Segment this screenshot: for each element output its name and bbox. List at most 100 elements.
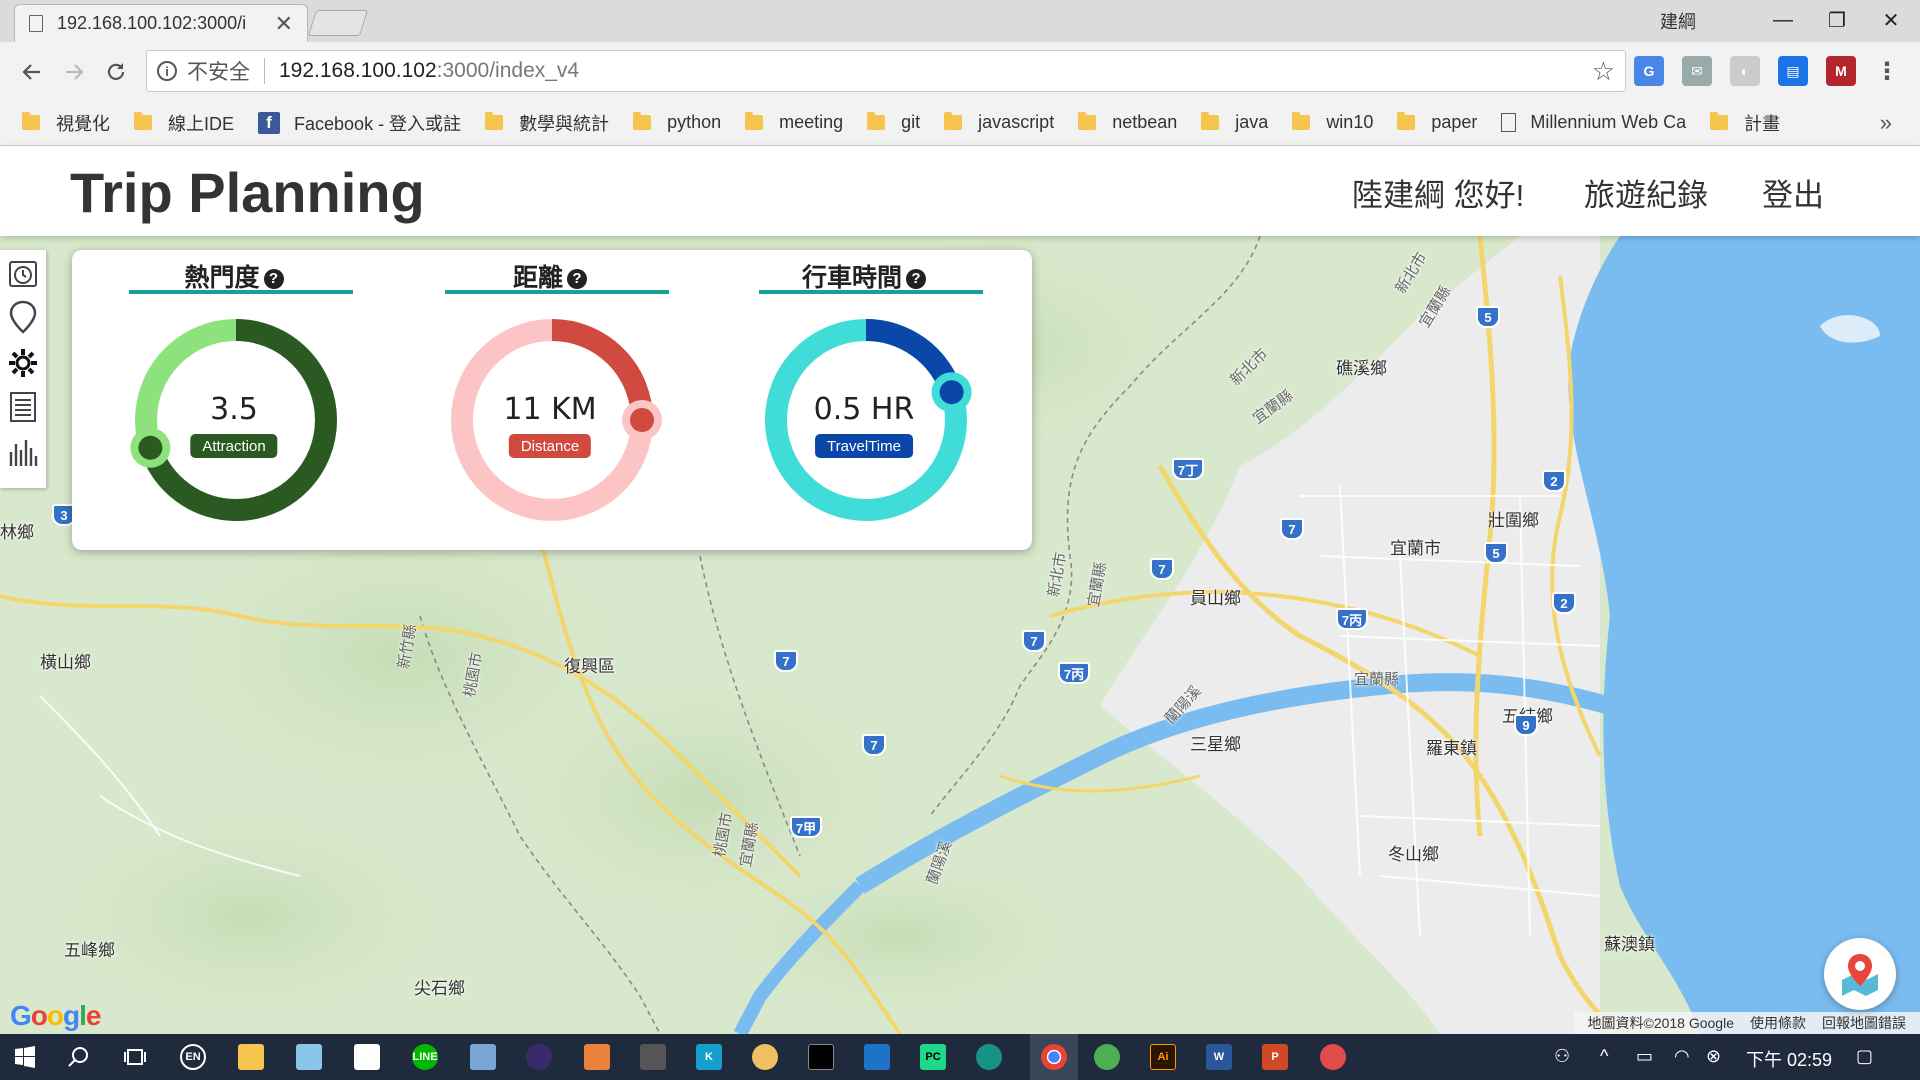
google-logo: Google	[10, 1000, 101, 1031]
list-document-icon[interactable]	[6, 390, 40, 424]
gauge-underline	[445, 290, 669, 294]
browser-tab-strip: 192.168.100.102:3000/i ✕ 建綱 — ❐ ✕	[0, 0, 1920, 42]
page-icon	[29, 15, 43, 32]
reload-button[interactable]	[98, 54, 134, 90]
bookmark-star-icon[interactable]: ☆	[1592, 56, 1615, 87]
bookmark-label: win10	[1326, 112, 1374, 132]
nav-history-link[interactable]: 旅遊紀錄	[1584, 170, 1708, 215]
mendeley-extension-icon[interactable]: M	[1826, 56, 1856, 86]
bookmarks-overflow-icon[interactable]: »	[1880, 110, 1892, 136]
pycharm-icon[interactable]: PC	[916, 1040, 950, 1074]
route-shield: 7	[1150, 558, 1174, 580]
system-clock[interactable]: 下午 02:59	[1746, 1046, 1832, 1072]
tab-close-icon[interactable]: ✕	[275, 11, 293, 37]
help-icon[interactable]: ?	[263, 269, 284, 289]
tray-chevron-icon[interactable]: ^	[1600, 1046, 1608, 1067]
bookmark-label: 視覺化	[56, 113, 110, 134]
omnibox-divider	[264, 58, 265, 84]
bookmark-label: python	[667, 112, 722, 132]
nav-logout-link[interactable]: 登出	[1762, 170, 1824, 215]
gauge-underline	[129, 290, 353, 294]
mute-icon[interactable]: ⊗	[1706, 1046, 1721, 1067]
minimize-button[interactable]: —	[1756, 4, 1810, 36]
map-place-label: 宜蘭縣	[1354, 671, 1400, 688]
calculator-icon[interactable]	[636, 1040, 670, 1074]
address-bar[interactable]: i 不安全 192.168.100.102:3000/index_v4 ☆	[146, 50, 1626, 92]
map-place-label: 礁溪鄉	[1336, 359, 1387, 378]
notepad-icon[interactable]	[292, 1040, 326, 1074]
vscode-icon[interactable]	[860, 1040, 894, 1074]
bookmark-item[interactable]: 線上IDE	[134, 110, 234, 136]
bookmark-item[interactable]: netbean	[1078, 112, 1177, 133]
bookmark-item[interactable]: meeting	[745, 112, 843, 133]
bar-chart-icon[interactable]	[6, 436, 40, 470]
virtualbox-icon[interactable]	[466, 1040, 500, 1074]
inbox-extension-icon[interactable]: ✉	[1682, 56, 1712, 86]
people-icon[interactable]: ⚇	[1554, 1046, 1570, 1067]
sync-extension-icon[interactable]: ◐	[1730, 56, 1760, 86]
bookmark-item[interactable]: 計畫	[1710, 110, 1780, 136]
search-icon[interactable]	[62, 1040, 96, 1074]
new-tab-button[interactable]	[307, 10, 369, 36]
window-user-label[interactable]: 建綱	[1660, 8, 1696, 34]
settings-gear-icon[interactable]	[6, 346, 40, 380]
map-place-label: 復興區	[564, 657, 615, 676]
translate-extension-icon[interactable]: G	[1634, 56, 1664, 86]
bookmark-item[interactable]: 視覺化	[22, 110, 110, 136]
security-label[interactable]: 不安全	[187, 56, 250, 86]
chrome-icon[interactable]	[1030, 1034, 1078, 1080]
help-icon[interactable]: ?	[567, 269, 587, 289]
attribution-link[interactable]: 使用條款	[1750, 1013, 1806, 1033]
bookmark-item[interactable]: f Facebook - 登入或註	[258, 110, 461, 136]
bookmark-item[interactable]: Millennium Web Ca	[1501, 112, 1686, 133]
powerpoint-icon[interactable]: P	[1258, 1040, 1292, 1074]
sublime-icon[interactable]	[580, 1040, 614, 1074]
close-window-button[interactable]: ✕	[1864, 4, 1918, 36]
browser-tab[interactable]: 192.168.100.102:3000/i ✕	[14, 4, 308, 42]
snipping-icon[interactable]	[1316, 1040, 1350, 1074]
menu-dots-icon[interactable]: ⋮	[1872, 56, 1902, 86]
word-icon[interactable]: W	[1202, 1040, 1236, 1074]
task-view-icon[interactable]	[118, 1040, 152, 1074]
wifi-icon[interactable]: ◠	[1674, 1046, 1690, 1067]
line-app-icon[interactable]: LINE	[408, 1040, 442, 1074]
folder-icon	[633, 112, 652, 130]
bookmark-item[interactable]: javascript	[944, 112, 1054, 133]
route-shield: 7丙	[1336, 608, 1368, 630]
language-indicator[interactable]: EN	[176, 1040, 210, 1074]
restore-button[interactable]: ❐	[1810, 4, 1864, 36]
battery-icon[interactable]: ▭	[1636, 1046, 1653, 1067]
help-icon[interactable]: ?	[906, 269, 926, 289]
map-pin-icon[interactable]	[6, 300, 40, 334]
windows-start-icon[interactable]	[8, 1040, 42, 1074]
terminal-icon[interactable]	[804, 1040, 838, 1074]
back-button[interactable]	[14, 54, 50, 90]
bookmark-item[interactable]: 數學與統計	[485, 110, 609, 136]
eclipse-icon[interactable]	[522, 1040, 556, 1074]
schedule-clock-icon[interactable]	[6, 256, 40, 290]
gitkraken-icon[interactable]	[972, 1040, 1006, 1074]
bookmark-item[interactable]: python	[633, 112, 721, 133]
reader-extension-icon[interactable]: ▤	[1778, 56, 1808, 86]
bookmark-item[interactable]: java	[1201, 112, 1268, 133]
file-explorer-icon[interactable]	[234, 1040, 268, 1074]
folder-icon	[1292, 112, 1311, 130]
paint-icon[interactable]	[748, 1040, 782, 1074]
kodi-icon[interactable]: K	[692, 1040, 726, 1074]
bookmark-label: git	[901, 112, 921, 132]
sticky-notes-icon[interactable]	[350, 1040, 384, 1074]
illustrator-icon[interactable]: Ai	[1146, 1040, 1180, 1074]
info-icon[interactable]: i	[157, 61, 177, 81]
forward-button[interactable]	[56, 54, 92, 90]
attribution-link[interactable]: 回報地圖錯誤	[1822, 1013, 1906, 1033]
folder-icon	[944, 112, 963, 130]
bookmark-item[interactable]: git	[867, 112, 920, 133]
map-place-label: 宜蘭市	[1390, 539, 1441, 558]
chat-icon[interactable]	[1090, 1040, 1124, 1074]
locate-map-button[interactable]	[1824, 938, 1896, 1010]
user-greeting[interactable]: 陸建綱 您好!	[1352, 170, 1524, 215]
action-center-icon[interactable]: ▢	[1856, 1046, 1873, 1067]
bookmark-item[interactable]: paper	[1397, 112, 1477, 133]
app-title[interactable]: Trip Planning	[70, 160, 425, 225]
bookmark-item[interactable]: win10	[1292, 112, 1373, 133]
